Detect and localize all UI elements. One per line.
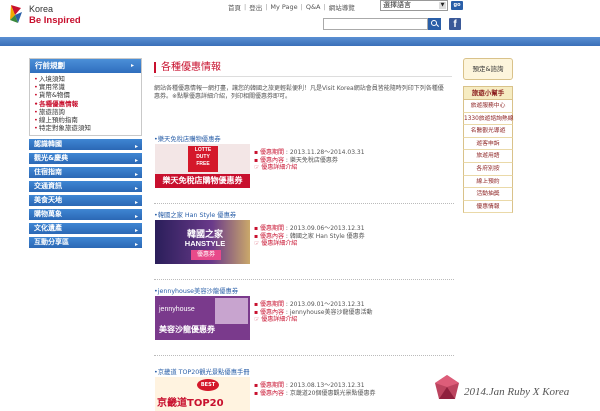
chevron-right-icon: ▸ [134,157,138,165]
search-button[interactable] [428,18,441,30]
chevron-right-icon: ▸ [134,241,138,249]
sidebar-item-travel-consult[interactable]: •旅遊諮詢 [34,108,141,116]
rside-item-events[interactable]: 活動抽獎 [463,188,513,201]
rside-item-tourist-center[interactable]: 旅遊服務中心 [463,100,513,113]
coupon-item-gyeonggi: •京畿道 TOP20觀光景點優惠手冊 BEST 京畿道TOP20 ▪ 優惠期間 … [154,367,454,411]
coupon-item-lotte: •樂天免稅店購物優惠券 LOTTE DUTY FREE 樂天免稅店購物優惠券 ▪… [154,134,454,198]
facebook-icon[interactable]: f [449,18,461,30]
coupon-detail-link[interactable]: ☞ 優惠詳細介紹 [254,164,365,172]
top-navigation: 首頁 | 登出 | My Page | Q&A | 網站導覽 [228,2,355,12]
sidebar-item-currency[interactable]: •貨幣&物價 [34,91,141,99]
header-blue-bar [0,37,600,46]
coupon-title-link[interactable]: •韓國之家 Han Style 優惠券 [154,210,454,219]
coupon-info: ▪ 優惠期間 : 2013.11.28～2014.03.31 ▪ 優惠內容 : … [254,149,365,172]
watermark-text: 2014.Jan Ruby X Korea [464,386,570,398]
topnav-mypage-link[interactable]: My Page [270,3,297,11]
sidebar-category-heritage[interactable]: 文化遺產 ▸ [29,223,142,235]
page-title: 各種優惠情報 [154,62,454,73]
booking-inquiry-button[interactable]: 預定&諮詢 [463,58,513,80]
language-select-value: 選擇語言 [383,1,411,9]
rside-item-medical-guide[interactable]: 名醫觀光導遊 [463,125,513,138]
coupon-title-link[interactable]: •樂天免稅店購物優惠券 [154,134,454,143]
coupon-item-hanstyle: •韓國之家 Han Style 優惠券 韓國之家 HANSTYLE 優惠券 ▪ … [154,210,454,274]
trip-planning-menu: 行前規劃 ▸ •入境須知 •實用常識 •貨幣&物價 •各種優惠情報 •旅遊諮詢 … [29,58,142,137]
chevron-right-icon: ▸ [134,143,138,151]
travel-helper-header: 旅遊小幫手 [463,86,513,100]
topnav-sitemap-link[interactable]: 網站導覽 [329,2,355,12]
topnav-qa-link[interactable]: Q&A [306,3,321,11]
coupon-info: ▪ 優惠期間 : 2013.08.13～2013.12.31 ▪ 優惠內容 : … [254,382,376,397]
header: Korea Be Inspired 首頁 | 登出 | My Page | Q&A | … [0,0,600,37]
chevron-right-icon: ▸ [131,62,135,69]
chevron-right-icon: ▸ [134,185,138,193]
sidebar-category-about-korea[interactable]: 認識韓國 ▸ [29,139,142,151]
sidebar-section-title[interactable]: 行前規劃 ▸ [30,59,141,73]
sidebar-category-transport[interactable]: 交通資訊 ▸ [29,181,142,193]
rside-item-complaints[interactable]: 遊客申訴 [463,137,513,151]
left-sidebar: 行前規劃 ▸ •入境須知 •實用常識 •貨幣&物價 •各種優惠情報 •旅遊諮詢 … [29,58,142,249]
main-content: 各種優惠情報 網站各種優惠情報一網打盡，讓您的韓國之旅更輕鬆便利！凡是Visit… [154,62,454,411]
chevron-right-icon: ▸ [134,199,138,207]
coupon-info: ▪ 優惠期間 : 2013.09.06～2013.12.31 ▪ 優惠內容 : … [254,225,365,248]
language-select[interactable]: 選擇語言 ▼ [380,0,448,11]
intro-text: 網站各種優惠情報一網打盡，讓您的韓國之旅更輕鬆便利！凡是Visit Korea網… [154,85,444,100]
rside-item-1330-hotline[interactable]: 1330旅遊諮詢熱線 [463,112,514,126]
coupon-detail-link[interactable]: ☞ 優惠詳細介紹 [254,240,365,248]
search-input[interactable] [323,18,428,30]
rside-item-regions[interactable]: 各府別按 [463,162,513,176]
language-go-button[interactable]: go [451,1,463,10]
chevron-right-icon: ▸ [134,213,138,221]
korea-logo-mark-icon [10,5,22,23]
coupon-detail-link[interactable]: ☞ 優惠詳細介紹 [254,316,372,324]
coupon-image-jennyhouse[interactable]: jennyhouse 美容沙龍優惠券 [155,296,250,340]
rside-item-phrases[interactable]: 旅遊用語 [463,150,513,163]
coupon-title-link[interactable]: •京畿道 TOP20觀光景點優惠手冊 [154,367,454,376]
coupon-image-lotte[interactable]: LOTTE DUTY FREE 樂天免稅店購物優惠券 [155,144,250,188]
visit-korea-logo[interactable]: Korea Be Inspired [9,3,81,33]
sidebar-category-shopping[interactable]: 購物萬象 ▸ [29,209,142,221]
chevron-right-icon: ▸ [134,171,138,179]
sidebar-category-sightseeing[interactable]: 觀光&慶典 ▸ [29,153,142,165]
sidebar-item-entry-info[interactable]: •入境須知 [34,75,141,83]
sidebar-sub-list: •入境須知 •實用常識 •貨幣&物價 •各種優惠情報 •旅遊諮詢 •線上預約指南… [30,73,141,135]
rside-item-online-booking[interactable]: 線上預約 [463,175,513,189]
right-sidebar: 預定&諮詢 旅遊小幫手 旅遊服務中心 1330旅遊諮詢熱線 名醫觀光導遊 遊客申… [463,58,514,214]
logo-text-korea: Korea [29,4,54,14]
coupon-title-link[interactable]: •jennyhouse美容沙龍優惠券 [154,286,454,295]
sidebar-category-food[interactable]: 美食天地 ▸ [29,195,142,207]
sidebar-category-accommodation[interactable]: 住宿指南 ▸ [29,167,142,179]
coupon-item-jennyhouse: •jennyhouse美容沙龍優惠券 jennyhouse 美容沙龍優惠券 ▪ … [154,286,454,350]
sidebar-item-special-guides[interactable]: •特定對象旅遊須知 [34,124,141,132]
rside-item-discounts[interactable]: 優惠情報 [463,200,513,214]
sidebar-item-online-booking[interactable]: •線上預約指南 [34,116,141,124]
topnav-logout-link[interactable]: 登出 [249,2,262,12]
coupon-info: ▪ 優惠期間 : 2013.09.01～2013.12.31 ▪ 優惠內容 : … [254,301,373,324]
topnav-home-link[interactable]: 首頁 [228,2,241,12]
sidebar-category-community[interactable]: 互動分享區 ▸ [29,237,142,249]
logo-text-be-inspired: Be Inspired [29,15,81,26]
coupon-image-hanstyle[interactable]: 韓國之家 HANSTYLE 優惠券 [155,220,250,264]
coupon-image-gyeonggi[interactable]: BEST 京畿道TOP20 [155,377,250,411]
chevron-right-icon: ▸ [134,227,138,235]
chevron-down-icon: ▼ [439,2,446,9]
ruby-gem-icon [435,375,459,399]
sidebar-item-discounts[interactable]: •各種優惠情報 [34,100,141,108]
